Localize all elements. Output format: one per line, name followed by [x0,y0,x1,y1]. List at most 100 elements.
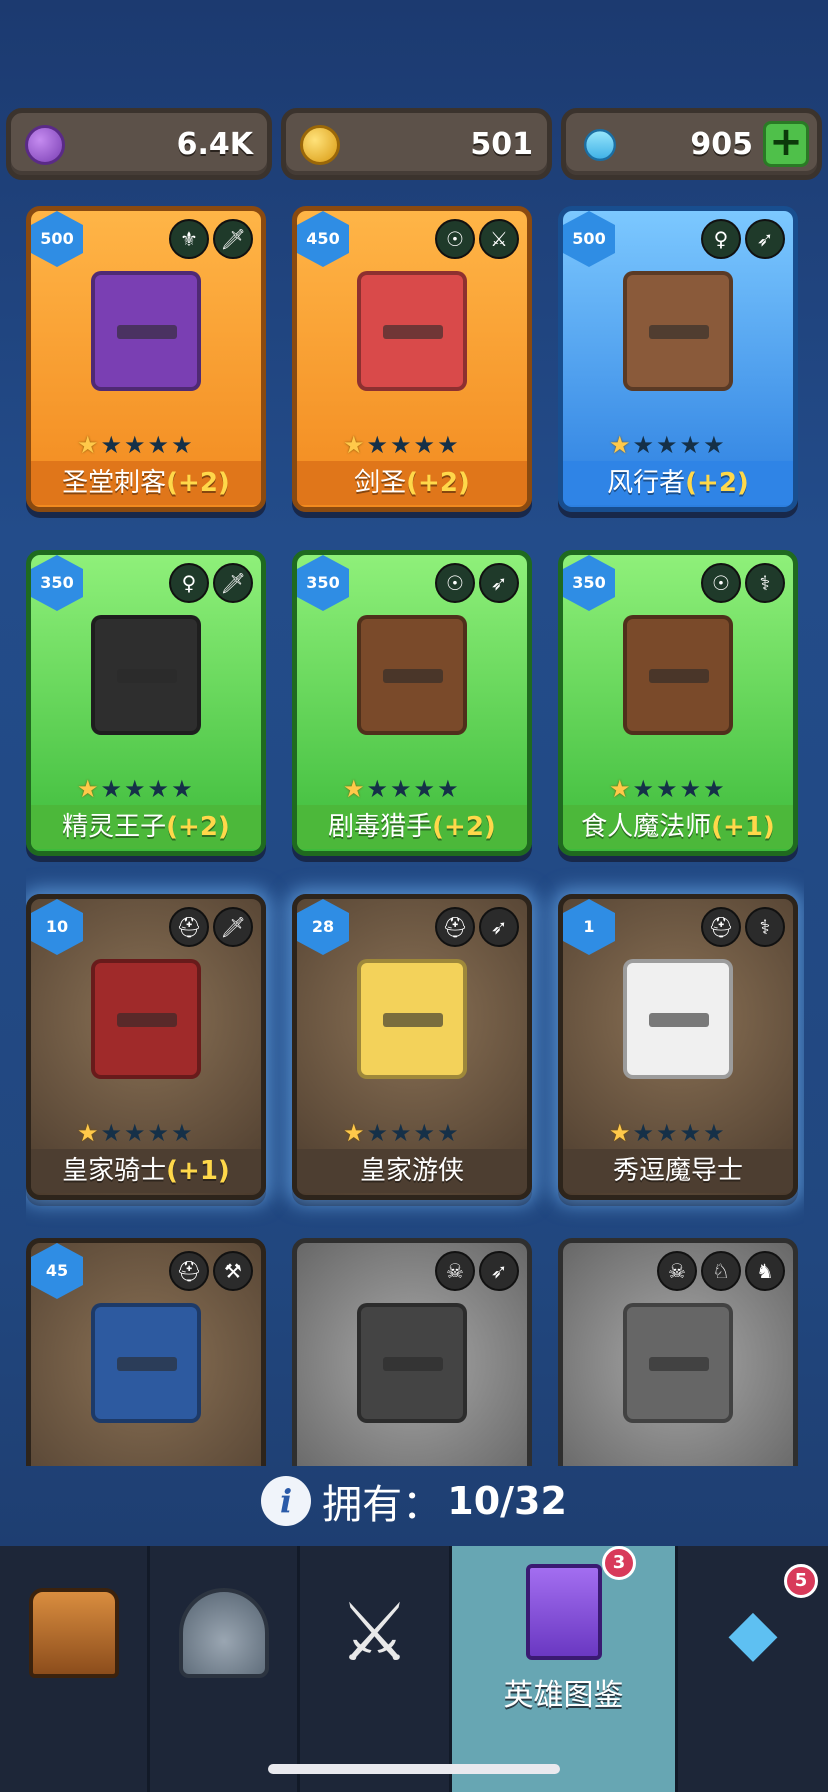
trait-icon: ☉ [435,563,475,603]
hero-portrait [623,1303,733,1423]
nav-tab-chest[interactable] [0,1546,150,1792]
gem-icon [577,122,623,168]
hero-star-rating: ★ ★ ★ ★ ★ [343,1121,459,1145]
notification-badge: 5 [784,1564,818,1598]
hero-name-plate: 精灵王子(+2) [31,805,261,849]
hero-trait-icons: ♀ ➶ [701,219,785,259]
star-icon: ★ [100,431,123,459]
star-icon: ★ [171,775,193,803]
hero-card[interactable]: 10 ⛑ 🗡 ★ ★ ★ ★ ★ 皇家骑士(+1) [26,894,266,1200]
trait-icon: ⚕ [745,563,785,603]
hero-trait-icons: ☠ ➶ [435,1251,519,1291]
star-icon: ★ [703,1119,725,1147]
hero-name-plate: 剧毒猎手(+2) [297,805,527,849]
gem-currency-pill[interactable]: 905 + [561,108,822,180]
hero-card[interactable]: 350 ♀ 🗡 ★ ★ ★ ★ ★ 精灵王子(+2) [26,550,266,856]
star-icon: ★ [147,775,170,803]
hero-card[interactable]: ☠ ➶ [292,1238,532,1466]
hero-star-rating: ★ ★ ★ ★ ★ [343,433,459,457]
star-icon: ★ [77,431,99,459]
hero-card[interactable]: 350 ☉ ➶ ★ ★ ★ ★ ★ 剧毒猎手(+2) [292,550,532,856]
star-icon: ★ [100,775,123,803]
purple-currency-pill[interactable]: 6.4K [6,108,272,180]
purple-currency-value: 6.4K [176,127,253,162]
gold-currency-pill[interactable]: 501 [281,108,552,180]
hero-bonus: (+2) [432,812,496,842]
star-icon: ★ [124,1119,146,1147]
add-gems-button[interactable]: + [763,121,809,167]
trait-icon: ➶ [479,907,519,947]
nav-tab-hero-codex[interactable]: 3 英雄图鉴 [452,1546,678,1792]
hero-card[interactable]: ☠ ♘ ♞ [558,1238,798,1466]
hero-portrait [91,271,201,391]
bottom-nav: ⚔ 3 英雄图鉴 ◆ 5 [0,1546,828,1792]
trait-icon: ➶ [479,563,519,603]
hero-name-plate: 圣堂刺客(+2) [31,461,261,505]
star-icon: ★ [703,431,725,459]
hero-portrait [91,959,201,1079]
hero-level-badge: 28 [297,899,349,955]
hero-level-badge: 350 [563,555,615,611]
trait-icon: ➶ [479,1251,519,1291]
nav-tab-battle[interactable]: ⚔ [300,1546,452,1792]
trait-icon: ☠ [657,1251,697,1291]
star-icon: ★ [390,1119,412,1147]
hero-level-badge: 500 [563,211,615,267]
trait-icon: ☉ [701,563,741,603]
hero-trait-icons: ⛑ 🗡 [169,907,253,947]
hero-bonus: (+2) [685,468,749,498]
hero-bonus: (+1) [711,812,775,842]
home-indicator [268,1764,560,1774]
star-icon: ★ [343,775,365,803]
star-icon: ★ [343,1119,365,1147]
owned-count-bar: i 拥有： 10/32 [0,1472,828,1532]
star-icon: ★ [413,1119,436,1147]
hero-card[interactable]: 1 ⛑ ⚕ ★ ★ ★ ★ ★ 秀逗魔导士 [558,894,798,1200]
trait-icon: 🗡 [213,219,253,259]
crossed-swords-icon: ⚔ [338,1586,411,1679]
trait-icon: ♞ [745,1251,785,1291]
hero-card[interactable]: 500 ⚜ 🗡 ★ ★ ★ ★ ★ 圣堂刺客(+2) [26,206,266,512]
star-icon: ★ [609,431,631,459]
trait-icon: 🗡 [213,907,253,947]
trait-icon: ⛑ [169,1251,209,1291]
hero-star-rating: ★ ★ ★ ★ ★ [77,433,193,457]
hero-card[interactable]: 500 ♀ ➶ ★ ★ ★ ★ ★ 风行者(+2) [558,206,798,512]
nav-tab-heroes[interactable] [150,1546,300,1792]
hero-level-badge: 350 [31,555,83,611]
hero-name: 秀逗魔导士 [612,1156,743,1186]
hero-card[interactable]: 350 ☉ ⚕ ★ ★ ★ ★ ★ 食人魔法师(+1) [558,550,798,856]
hero-name: 圣堂刺客 [62,468,167,498]
notification-badge: 3 [602,1546,636,1580]
hero-name: 剧毒猎手 [328,812,433,842]
hero-name-plate: 风行者(+2) [563,461,793,505]
trait-icon: ⚕ [745,907,785,947]
star-icon: ★ [366,775,389,803]
trait-icon: ⛑ [701,907,741,947]
hero-portrait [91,1303,201,1423]
trait-icon: ➶ [745,219,785,259]
hero-portrait [357,271,467,391]
hero-name: 剑圣 [354,468,407,498]
star-icon: ★ [632,431,655,459]
hero-star-rating: ★ ★ ★ ★ ★ [609,777,725,801]
hero-card[interactable]: 45 ⛑ ⚒ [26,1238,266,1466]
hero-portrait [623,615,733,735]
hero-trait-icons: ☉ ➶ [435,563,519,603]
hero-name: 食人魔法师 [581,812,712,842]
hero-card[interactable]: 450 ☉ ⚔ ★ ★ ★ ★ ★ 剑圣(+2) [292,206,532,512]
info-icon[interactable]: i [261,1476,312,1526]
star-icon: ★ [77,775,99,803]
star-icon: ★ [656,431,678,459]
star-icon: ★ [656,775,678,803]
star-icon: ★ [343,431,365,459]
hero-name-plate: 食人魔法师(+1) [563,805,793,849]
gold-coin-icon [300,125,340,165]
hero-card[interactable]: 28 ⛑ ➶ ★ ★ ★ ★ ★ 皇家游侠 [292,894,532,1200]
nav-tab-equipment[interactable]: ◆ 5 [678,1546,828,1792]
hero-star-rating: ★ ★ ★ ★ ★ [609,433,725,457]
hero-bonus: (+2) [166,812,230,842]
star-icon: ★ [437,1119,459,1147]
hero-bonus: (+2) [166,468,230,498]
star-icon: ★ [390,431,412,459]
